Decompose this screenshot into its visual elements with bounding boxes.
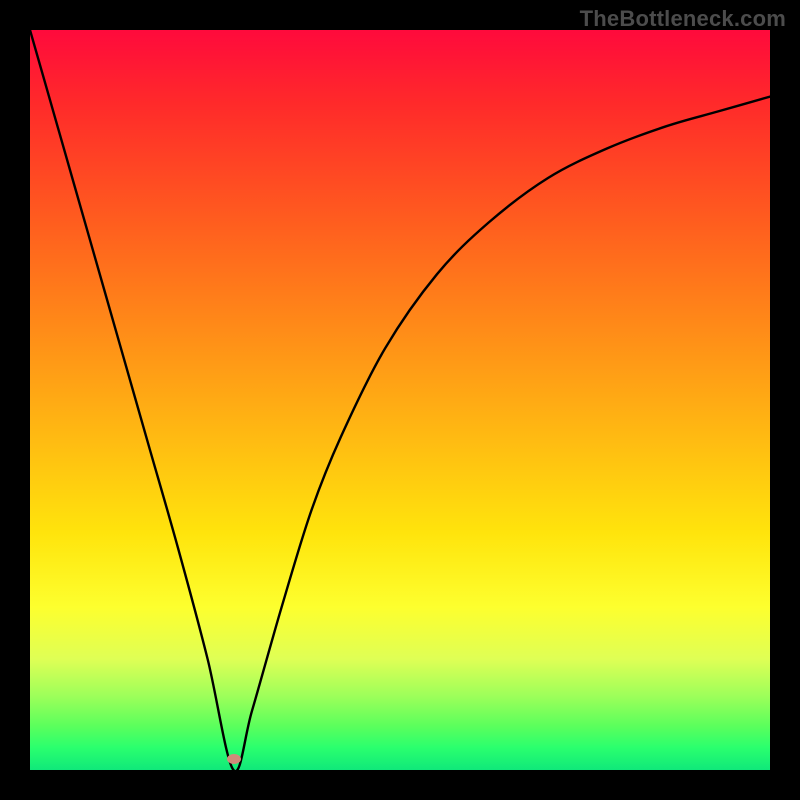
chart-frame: TheBottleneck.com (0, 0, 800, 800)
plot-area (30, 30, 770, 770)
watermark-text: TheBottleneck.com (580, 6, 786, 32)
optimal-point-marker (227, 754, 241, 764)
bottleneck-curve (30, 30, 770, 770)
